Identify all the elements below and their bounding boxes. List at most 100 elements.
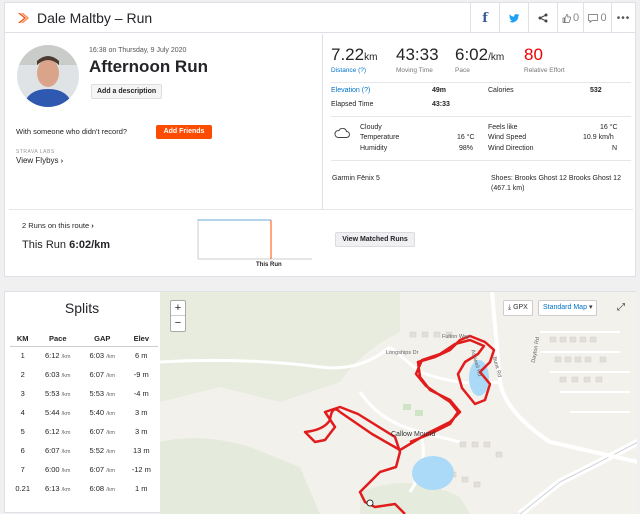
split-row[interactable]: 2 6:03 /km 6:07 /km -9 m xyxy=(10,365,158,384)
twitter-share-button[interactable] xyxy=(499,3,528,33)
split-pace-unit: /km xyxy=(61,392,71,398)
elapsed-label: Elapsed Time xyxy=(331,101,374,108)
split-pace-unit: /km xyxy=(61,373,71,379)
split-gap-value: 6:03 xyxy=(89,351,105,361)
split-row[interactable]: 0.21 6:13 /km 6:08 /km 1 m xyxy=(10,479,158,498)
wind-speed-value: 10.9 km/h xyxy=(583,134,614,141)
comment-button[interactable]: 0 xyxy=(583,3,611,33)
split-pace: 6:07 /km xyxy=(35,441,80,460)
map-type-label: Standard Map xyxy=(543,304,587,311)
split-row[interactable]: 5 6:12 /km 6:07 /km 3 m xyxy=(10,422,158,441)
split-elev: 1 m xyxy=(135,484,148,493)
chart-this-run-label: This Run xyxy=(256,262,282,268)
wind-speed-label: Wind Speed xyxy=(488,134,527,141)
distance-unit: km xyxy=(364,52,378,63)
fullscreen-button[interactable]: ⤢ xyxy=(612,299,630,317)
split-km: 4 xyxy=(20,408,25,417)
route-comparison-chart xyxy=(197,219,312,260)
split-row[interactable]: 4 5:44 /km 5:40 /km 3 m xyxy=(10,403,158,422)
activity-header: Dale Maltby – Run f 0 0 ••• xyxy=(5,3,635,33)
download-gpx-button[interactable]: ⤓ GPX xyxy=(503,300,533,316)
moving-time-stat: 43:33 Moving Time xyxy=(396,45,439,74)
relative-effort-label: Relative Effort xyxy=(524,67,565,74)
facebook-share-button[interactable]: f xyxy=(470,3,499,33)
route-divider xyxy=(9,209,633,210)
split-pace-value: 6:00 xyxy=(44,465,60,474)
this-run-summary: This Run 6:02/km xyxy=(22,239,110,251)
add-description-button[interactable]: Add a description xyxy=(91,84,163,99)
split-gap-unit: /km xyxy=(106,392,116,398)
split-row[interactable]: 7 6:00 /km 6:07 /km -12 m xyxy=(10,460,158,479)
comment-count: 0 xyxy=(600,12,607,24)
split-elev: 3 m xyxy=(135,408,148,417)
split-gap-value: 6:08 xyxy=(89,484,105,493)
split-km: 5 xyxy=(20,427,25,436)
temperature-value: 16 °C xyxy=(457,134,475,141)
runs-on-route-link[interactable]: 2 Runs on this route › xyxy=(22,221,94,230)
strava-labs-label: STRAVA LABS xyxy=(16,149,55,155)
split-km: 2 xyxy=(20,370,25,379)
elevation-label[interactable]: Elevation (?) xyxy=(331,87,370,94)
moving-time-value: 43:33 xyxy=(396,45,439,64)
relative-effort-stat[interactable]: 80 Relative Effort xyxy=(524,45,565,74)
split-km: 3 xyxy=(20,389,25,398)
shoes-distance: (467.1 km) xyxy=(491,185,525,192)
strava-chevron-icon xyxy=(18,13,29,23)
pace-value: 6:02 xyxy=(455,45,489,64)
this-run-pace: 6:02/km xyxy=(69,239,111,251)
zoom-out-button[interactable]: − xyxy=(171,316,185,331)
gear-divider xyxy=(331,160,631,161)
twitter-icon xyxy=(508,13,519,22)
split-gap: 6:07 /km xyxy=(80,365,125,384)
split-gap: 6:08 /km xyxy=(80,479,125,498)
splits-col-elev: Elev xyxy=(124,332,158,347)
view-matched-runs-button[interactable]: View Matched Runs xyxy=(335,232,415,247)
distance-label[interactable]: Distance (?) xyxy=(331,67,377,74)
download-icon: ⤓ xyxy=(508,304,512,311)
fullscreen-icon: ⤢ xyxy=(617,302,625,313)
pace-stat: 6:02/km Pace xyxy=(455,45,504,74)
split-gap-value: 6:07 xyxy=(89,370,105,379)
split-pace: 5:44 /km xyxy=(35,403,80,422)
pace-unit: /km xyxy=(488,52,505,63)
shoes-name[interactable]: Shoes: Brooks Ghost 12 Brooks Ghost 12 xyxy=(491,175,621,182)
wind-direction-label: Wind Direction xyxy=(488,145,534,152)
map-canvas xyxy=(160,292,637,514)
map-type-dropdown[interactable]: Standard Map ▾ xyxy=(538,300,598,316)
moving-time-label: Moving Time xyxy=(396,67,433,74)
split-pace: 6:13 /km xyxy=(35,479,80,498)
split-pace: 6:03 /km xyxy=(35,365,80,384)
split-km: 7 xyxy=(20,465,25,474)
split-row[interactable]: 6 6:07 /km 5:52 /km 13 m xyxy=(10,441,158,460)
more-actions-button[interactable]: ••• xyxy=(611,3,635,33)
with-someone-text: With someone who didn't record? xyxy=(16,127,128,136)
weather-divider xyxy=(331,116,631,117)
humidity-label: Humidity xyxy=(360,145,388,152)
stats-divider xyxy=(331,82,631,83)
add-friends-button[interactable]: Add Friends xyxy=(156,125,212,139)
split-pace-value: 5:53 xyxy=(44,389,60,398)
split-gap: 6:07 /km xyxy=(80,422,125,441)
chevron-right-icon: › xyxy=(91,221,94,230)
split-pace-unit: /km xyxy=(61,430,71,436)
split-row[interactable]: 1 6:12 /km 6:03 /km 6 m xyxy=(10,346,158,365)
share-button[interactable] xyxy=(528,3,557,33)
zoom-in-button[interactable]: + xyxy=(171,301,185,316)
page-title: Dale Maltby – Run xyxy=(37,10,153,26)
athlete-avatar[interactable] xyxy=(17,45,79,107)
split-gap-value: 6:07 xyxy=(89,427,105,436)
kudos-button[interactable]: 0 xyxy=(557,3,583,33)
chevron-right-icon: › xyxy=(60,158,64,165)
pace-label: Pace xyxy=(455,67,470,74)
relative-effort-value: 80 xyxy=(524,45,543,64)
split-elev: -4 m xyxy=(133,389,149,398)
route-map[interactable]: + − ⤓ GPX Standard Map ▾ ⤢ Fulton Way Lo… xyxy=(160,292,637,514)
calories-value: 532 xyxy=(590,87,602,94)
split-row[interactable]: 3 5:53 /km 5:53 /km -4 m xyxy=(10,384,158,403)
split-gap-value: 5:40 xyxy=(89,408,105,417)
split-pace-value: 6:12 xyxy=(44,427,60,436)
view-flybys-link[interactable]: View Flybys › xyxy=(16,156,63,165)
activity-title: Afternoon Run xyxy=(89,57,208,76)
humidity-value: 98% xyxy=(459,145,474,152)
split-elev: 6 m xyxy=(135,351,148,361)
